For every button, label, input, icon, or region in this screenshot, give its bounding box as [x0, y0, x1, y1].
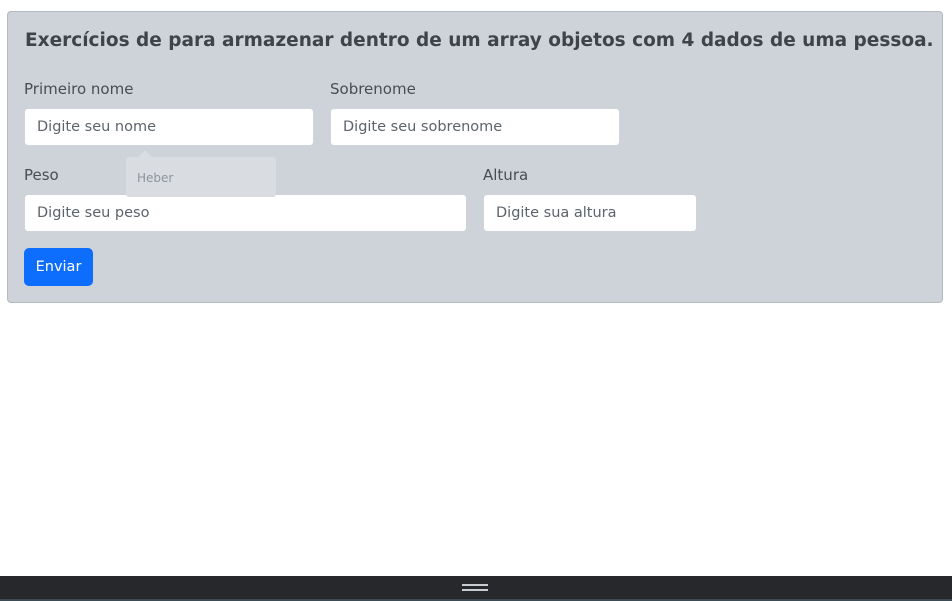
drag-handle-icon[interactable] [462, 584, 488, 591]
form-title: Exercícios de para armazenar dentro de u… [25, 30, 934, 51]
weight-input[interactable] [24, 194, 467, 232]
height-input[interactable] [483, 194, 697, 232]
drag-handle-line [462, 584, 488, 586]
drag-handle-line [462, 589, 488, 591]
submit-button[interactable]: Enviar [24, 248, 93, 286]
autofill-suggestion-popup: Heber [126, 150, 276, 197]
height-label: Altura [483, 166, 529, 184]
first-name-input[interactable] [24, 108, 314, 146]
person-form-card: Exercícios de para armazenar dentro de u… [7, 11, 943, 303]
first-name-label: Primeiro nome [24, 80, 134, 98]
devtools-resize-bar[interactable] [0, 576, 952, 601]
last-name-label: Sobrenome [330, 80, 416, 98]
autofill-option-heber[interactable]: Heber [137, 171, 173, 185]
autofill-popup-arrow [138, 150, 152, 157]
page: Exercícios de para armazenar dentro de u… [0, 0, 952, 601]
weight-label: Peso [24, 166, 59, 184]
last-name-input[interactable] [330, 108, 620, 146]
